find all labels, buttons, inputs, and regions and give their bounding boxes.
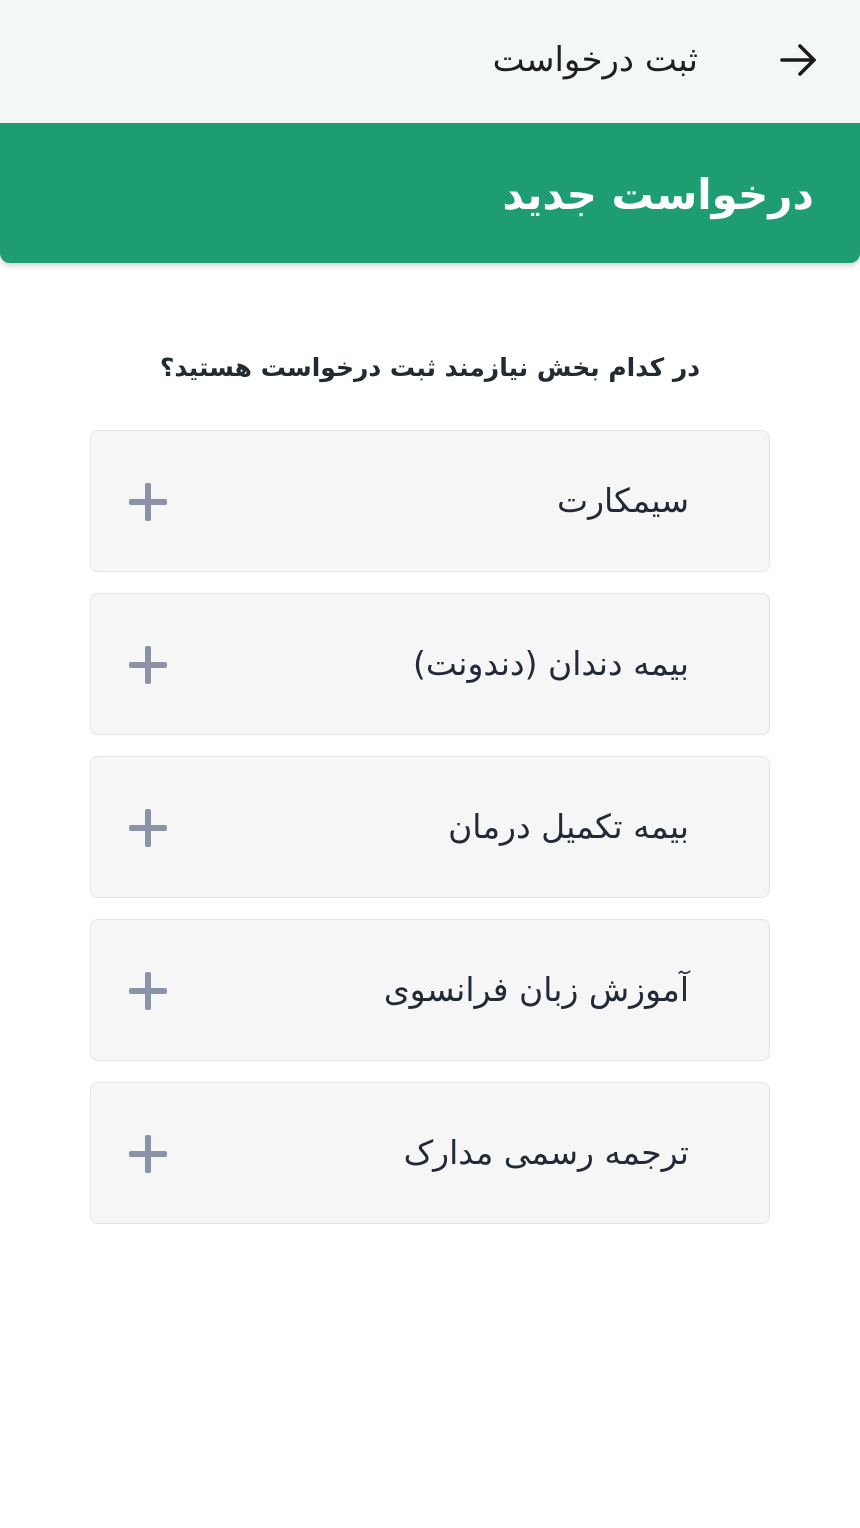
option-french-course[interactable]: آموزش زبان فرانسوی bbox=[90, 919, 770, 1061]
arrow-right-icon bbox=[780, 44, 816, 76]
option-label: آموزش زبان فرانسوی bbox=[383, 970, 689, 1009]
option-label: ترجمه رسمی مدارک bbox=[403, 1133, 689, 1172]
request-page: ثبت درخواست درخواست جدید در کدام بخش نیا… bbox=[0, 0, 860, 1528]
app-bar: ثبت درخواست bbox=[0, 0, 860, 123]
option-label: سیمکارت bbox=[557, 481, 689, 520]
new-request-banner: درخواست جدید bbox=[0, 123, 860, 263]
option-simcard[interactable]: سیمکارت bbox=[90, 430, 770, 572]
option-official-translation[interactable]: ترجمه رسمی مدارک bbox=[90, 1082, 770, 1224]
back-button[interactable] bbox=[776, 38, 820, 82]
option-label: بیمه تکمیل درمان bbox=[448, 807, 689, 846]
option-dental-insurance[interactable]: بیمه دندان (دندونت) bbox=[90, 593, 770, 735]
options-list: سیمکارت بیمه دندان (دندونت) بیمه تکمیل د… bbox=[90, 430, 770, 1245]
option-label: بیمه دندان (دندونت) bbox=[413, 644, 689, 683]
option-supplementary-insurance[interactable]: بیمه تکمیل درمان bbox=[90, 756, 770, 898]
banner-title: درخواست جدید bbox=[502, 170, 814, 219]
plus-icon bbox=[129, 1135, 167, 1173]
plus-icon bbox=[129, 809, 167, 847]
plus-icon bbox=[129, 972, 167, 1010]
section-question: در کدام بخش نیازمند ثبت درخواست هستید؟ bbox=[159, 353, 701, 382]
page-title: ثبت درخواست bbox=[492, 40, 698, 80]
plus-icon bbox=[129, 483, 167, 521]
plus-icon bbox=[129, 646, 167, 684]
